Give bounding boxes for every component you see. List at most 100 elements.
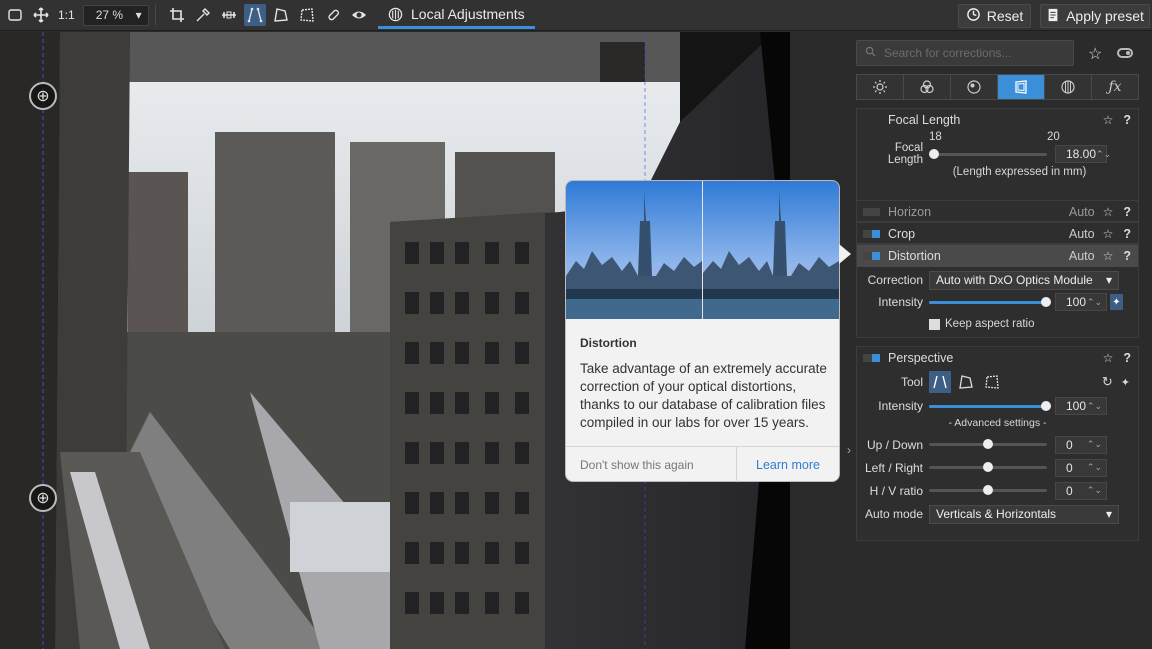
- star-icon[interactable]: ☆: [1103, 113, 1114, 127]
- slider-knob[interactable]: [929, 148, 939, 159]
- zoom-select[interactable]: 27 % ▾: [82, 4, 149, 26]
- focal-length-header[interactable]: Focal Length ☆ ?: [857, 109, 1138, 131]
- search-input[interactable]: [884, 46, 1064, 60]
- reset-label: Reset: [986, 8, 1024, 24]
- stepper-icon[interactable]: ⌃⌄: [1087, 462, 1102, 473]
- rectangle-perspective-icon[interactable]: [270, 4, 292, 26]
- rectangle-perspective-icon[interactable]: [955, 371, 977, 393]
- auto-mode-select[interactable]: Verticals & Horizontals ▾: [929, 504, 1119, 524]
- horizon-toggle[interactable]: [863, 208, 880, 216]
- perspective-title: Perspective: [888, 351, 954, 365]
- local-adjustments-icon: [388, 7, 403, 21]
- reset-tool-icon[interactable]: ↻: [1102, 374, 1113, 390]
- help-icon[interactable]: ?: [1123, 249, 1131, 263]
- slider-knob[interactable]: [983, 439, 993, 449]
- distortion-intensity-value[interactable]: 100 ⌃⌄: [1055, 293, 1107, 311]
- tab-geometry[interactable]: [998, 75, 1045, 99]
- tab-fx[interactable]: ƒx: [1092, 75, 1138, 99]
- focal-scale-max: 20: [1047, 131, 1060, 143]
- fit-frame-icon[interactable]: [4, 4, 26, 26]
- magic-wand-icon[interactable]: ✦: [1121, 376, 1130, 389]
- vertical-perspective-icon[interactable]: [929, 371, 951, 393]
- tab-light[interactable]: [857, 75, 904, 99]
- leftright-value[interactable]: 0 ⌃⌄: [1055, 458, 1107, 477]
- perspective-header[interactable]: Perspective ☆ ?: [857, 347, 1138, 369]
- apply-preset-button[interactable]: Apply preset: [1040, 4, 1150, 28]
- leftright-number: 0: [1066, 460, 1073, 475]
- move-hand-icon[interactable]: [30, 4, 52, 26]
- updown-value[interactable]: 0 ⌃⌄: [1055, 435, 1107, 454]
- crop-header[interactable]: Crop Auto ☆ ?: [857, 223, 1138, 245]
- slider-knob[interactable]: [983, 462, 993, 472]
- tab-watermark[interactable]: [1045, 75, 1092, 99]
- tab-color[interactable]: [904, 75, 951, 99]
- magic-wand-icon[interactable]: ✦: [1110, 294, 1123, 310]
- focal-length-row: Focal Length 18.00 ⌃⌄: [857, 142, 1138, 166]
- correction-select[interactable]: Auto with DxO Optics Module ▾: [929, 270, 1119, 290]
- stepper-icon[interactable]: ⌃⌄: [1087, 485, 1102, 496]
- perspective-intensity-slider[interactable]: [929, 400, 1051, 411]
- perspective-handle-top[interactable]: ⊕: [29, 82, 57, 110]
- crop-toggle[interactable]: [863, 230, 880, 238]
- eyedropper-icon[interactable]: [192, 4, 214, 26]
- perspective-toggle[interactable]: [863, 354, 880, 362]
- zoom-value: 27 %: [95, 8, 124, 22]
- star-icon[interactable]: ☆: [1103, 249, 1114, 263]
- intensity-label: Intensity: [878, 399, 923, 413]
- slider-knob[interactable]: [983, 485, 993, 495]
- horizon-header[interactable]: Horizon Auto ☆ ?: [857, 201, 1138, 223]
- zoom-1to1-button[interactable]: 1:1: [58, 8, 75, 22]
- advanced-settings-label[interactable]: - Advanced settings -: [857, 417, 1138, 433]
- distortion-intensity-slider[interactable]: [929, 296, 1051, 307]
- updown-label: Up / Down: [866, 437, 923, 452]
- repair-icon[interactable]: [322, 4, 344, 26]
- stepper-icon[interactable]: ⌃⌄: [1087, 297, 1102, 308]
- horizon-section: Horizon Auto ☆ ?: [856, 200, 1139, 222]
- perspective-section: Perspective ☆ ? Tool ↻ ✦ Intensity 100 ⌃…: [856, 346, 1139, 541]
- perspective-handle-bottom[interactable]: ⊕: [29, 484, 57, 512]
- reset-button[interactable]: Reset: [958, 4, 1031, 28]
- updown-slider[interactable]: [929, 439, 1047, 449]
- dont-show-again-button[interactable]: Don't show this again: [566, 447, 736, 482]
- slider-knob[interactable]: [1041, 400, 1051, 411]
- hv-ratio-value[interactable]: 0 ⌃⌄: [1055, 481, 1107, 500]
- tab-detail[interactable]: [951, 75, 998, 99]
- popup-footer: Don't show this again Learn more: [566, 446, 839, 482]
- search-box[interactable]: [856, 40, 1074, 66]
- stepper-icon[interactable]: ⌃⌄: [1096, 149, 1111, 160]
- horizon-icon[interactable]: [218, 4, 240, 26]
- stepper-icon[interactable]: ⌃⌄: [1087, 439, 1102, 450]
- panel-toggle-icon[interactable]: [1117, 48, 1133, 58]
- distortion-header[interactable]: Distortion Auto ☆ ?: [857, 245, 1138, 267]
- help-icon[interactable]: ?: [1123, 113, 1131, 127]
- stepper-icon[interactable]: ⌃⌄: [1087, 401, 1102, 412]
- leftright-slider[interactable]: [929, 462, 1047, 472]
- distortion-toggle[interactable]: [863, 252, 880, 260]
- perspective-intensity-value[interactable]: 100 ⌃⌄: [1055, 397, 1107, 415]
- vertical-perspective-icon[interactable]: [243, 4, 266, 26]
- corrections-panel: ☆ ƒx Focal Length ☆ ? 18 20: [852, 32, 1152, 649]
- learn-more-link[interactable]: Learn more: [736, 447, 839, 482]
- keep-aspect-label: Keep aspect ratio: [945, 318, 1035, 330]
- star-icon[interactable]: ☆: [1103, 227, 1114, 241]
- crop-section: Crop Auto ☆ ?: [856, 222, 1139, 244]
- hv-ratio-slider[interactable]: [929, 485, 1047, 495]
- favorites-star-icon[interactable]: ☆: [1088, 44, 1102, 64]
- tool-row: Tool ↻ ✦: [857, 369, 1138, 395]
- star-icon[interactable]: ☆: [1103, 351, 1114, 365]
- help-icon[interactable]: ?: [1123, 205, 1131, 219]
- eye-icon[interactable]: [348, 4, 370, 26]
- focal-length-value[interactable]: 18.00 ⌃⌄: [1055, 145, 1111, 163]
- eight-point-perspective-icon[interactable]: [981, 371, 1003, 393]
- keep-aspect-checkbox[interactable]: [929, 318, 940, 330]
- focal-length-slider[interactable]: [929, 148, 1047, 159]
- star-icon[interactable]: ☆: [1103, 205, 1114, 219]
- help-icon[interactable]: ?: [1123, 227, 1131, 241]
- slider-knob[interactable]: [1041, 296, 1051, 307]
- focal-scale-min: 18: [929, 131, 942, 143]
- local-adjustments-button[interactable]: Local Adjustments: [378, 2, 535, 29]
- help-icon[interactable]: ?: [1123, 351, 1131, 365]
- popup-title: Distortion: [580, 336, 637, 350]
- crop-icon[interactable]: [166, 4, 188, 26]
- eight-point-perspective-icon[interactable]: [296, 4, 318, 26]
